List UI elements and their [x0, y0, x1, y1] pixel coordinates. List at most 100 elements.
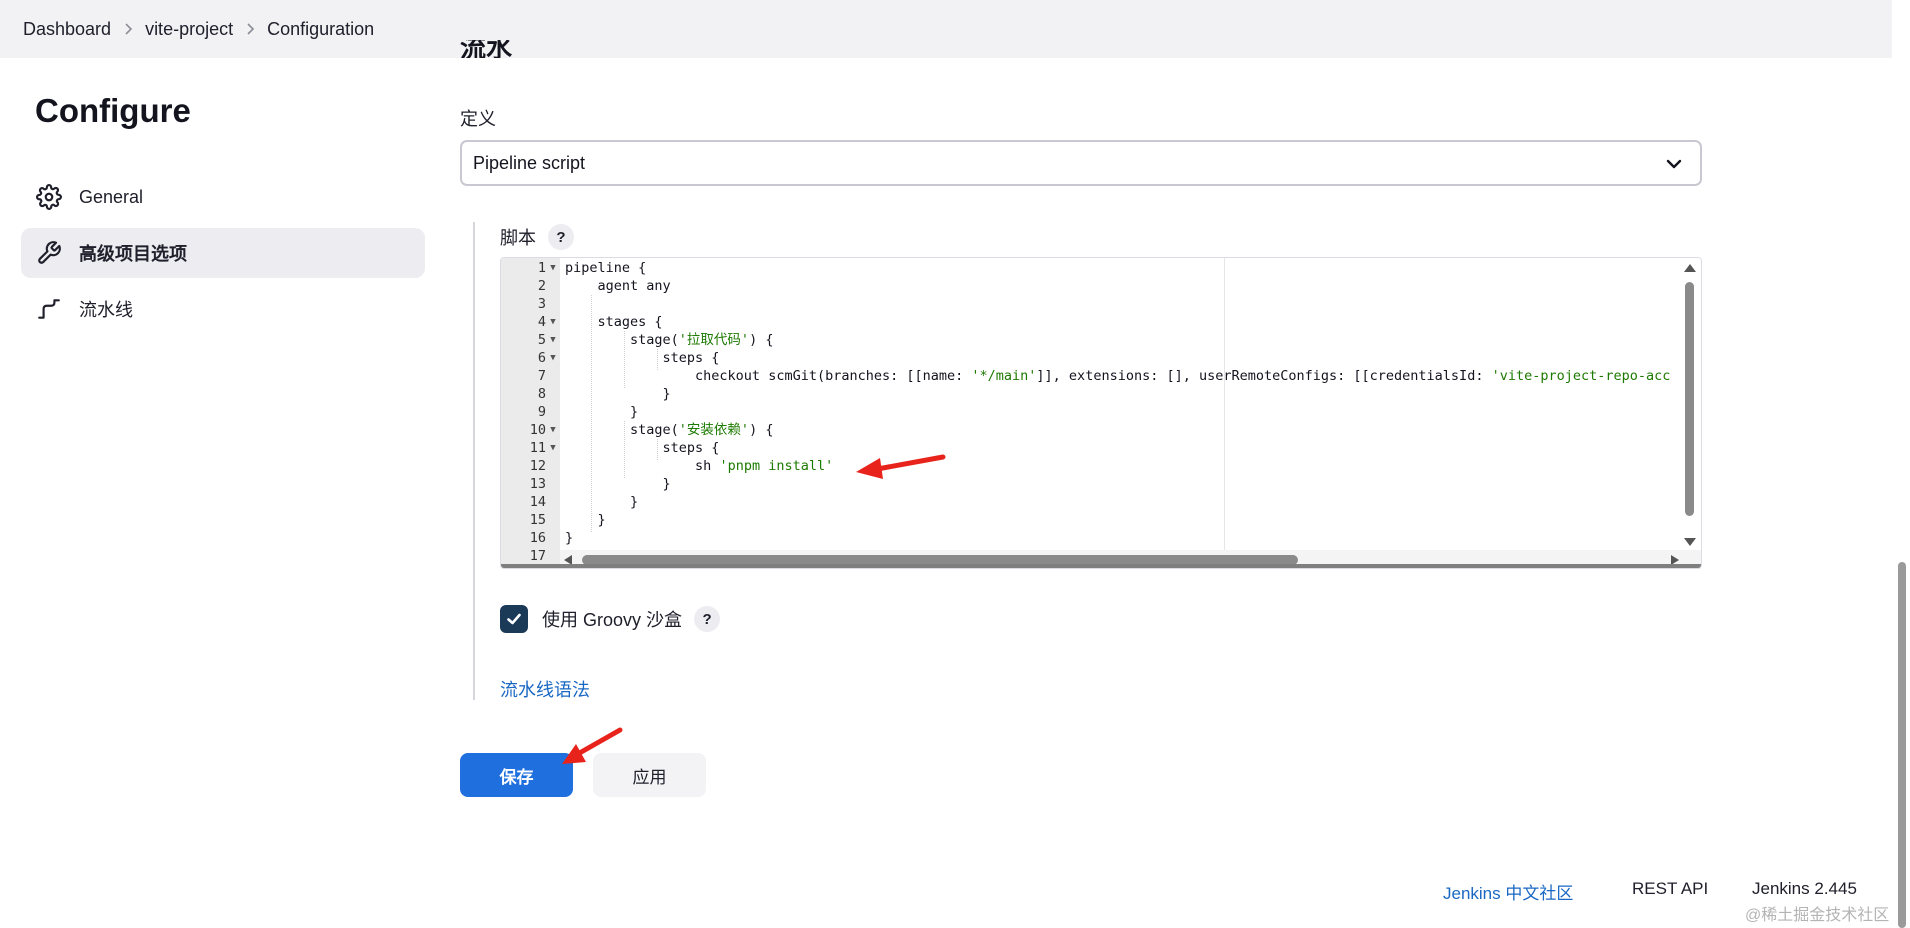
- sidebar-item-advanced-options[interactable]: 高级项目选项: [21, 228, 425, 278]
- fold-toggle-icon: [546, 403, 560, 421]
- fold-toggle-icon: [546, 457, 560, 475]
- code-line: 2 agent any: [501, 277, 1676, 295]
- help-icon[interactable]: ?: [548, 224, 574, 250]
- wrench-icon: [35, 239, 63, 267]
- footer-community-link[interactable]: Jenkins 中文社区: [1443, 879, 1573, 904]
- line-number: 8: [537, 386, 546, 402]
- fold-toggle-icon: [546, 493, 560, 511]
- footer-rest-api-link[interactable]: REST API: [1632, 879, 1708, 899]
- code-token: ) {: [749, 332, 774, 348]
- fold-toggle-icon: [546, 295, 560, 313]
- editor-resize-bar[interactable]: [501, 564, 1701, 568]
- code-text: checkout scmGit(branches: [[name: '*/mai…: [560, 367, 1670, 385]
- code-token: }: [565, 530, 574, 546]
- code-lines: 1 ▼ pipeline {2 agent any 3 4 ▼ stages {5 ▼ st…: [501, 259, 1676, 565]
- fold-toggle-icon: [546, 367, 560, 385]
- fold-toggle-icon[interactable]: ▼: [546, 421, 560, 439]
- code-line: 13 }: [501, 475, 1676, 493]
- code-token: }: [565, 386, 671, 402]
- line-number: 10: [529, 422, 546, 438]
- code-token: steps {: [565, 350, 720, 366]
- fold-toggle-icon: [546, 529, 560, 547]
- breadcrumb-dashboard[interactable]: Dashboard: [23, 19, 111, 40]
- line-number: 16: [529, 530, 546, 546]
- line-number: 5: [537, 332, 546, 348]
- code-line: 9 }: [501, 403, 1676, 421]
- code-line: 14 }: [501, 493, 1676, 511]
- code-text: }: [560, 475, 671, 493]
- scroll-down-icon[interactable]: [1684, 538, 1696, 546]
- code-line: 11 ▼ steps {: [501, 439, 1676, 457]
- code-token: }: [565, 476, 671, 492]
- help-icon[interactable]: ?: [694, 606, 721, 632]
- code-token: sh: [565, 458, 720, 474]
- section-heading-text: 流水线: [460, 40, 513, 58]
- code-token: stages {: [565, 314, 663, 330]
- code-token: ]], extensions: [], userRemoteConfigs: […: [1036, 368, 1492, 384]
- code-token: }: [565, 494, 639, 510]
- code-line: 8 }: [501, 385, 1676, 403]
- footer-version[interactable]: Jenkins 2.445: [1752, 879, 1857, 899]
- code-text: steps {: [560, 439, 720, 457]
- definition-label: 定义: [460, 109, 496, 129]
- nested-section-border: [473, 222, 475, 700]
- breadcrumb-configuration[interactable]: Configuration: [267, 19, 374, 40]
- code-text: agent any: [560, 277, 671, 295]
- script-label: 脚本: [500, 228, 536, 248]
- code-line: 6 ▼ steps {: [501, 349, 1676, 367]
- code-token: stage(: [565, 422, 679, 438]
- code-string: '*/main': [971, 368, 1037, 384]
- fold-toggle-icon: [546, 511, 560, 529]
- code-text: }: [560, 403, 638, 421]
- script-label-row: 脚本 ?: [500, 224, 574, 250]
- line-number: 2: [537, 278, 546, 294]
- breadcrumb: Dashboard vite-project Configuration: [0, 0, 1892, 58]
- fold-toggle-icon[interactable]: ▼: [546, 349, 560, 367]
- chevron-right-icon: [233, 22, 267, 36]
- code-line: 7 checkout scmGit(branches: [[name: '*/m…: [501, 367, 1676, 385]
- line-number: 13: [529, 476, 546, 492]
- code-editor[interactable]: 1 ▼ pipeline {2 agent any 3 4 ▼ stages {5 ▼ st…: [500, 257, 1702, 569]
- sidebar-item-label: 高级项目选项: [79, 244, 187, 264]
- code-token: checkout scmGit(branches: [[name:: [565, 368, 972, 384]
- fold-toggle-icon: [546, 475, 560, 493]
- groovy-sandbox-label: 使用 Groovy 沙盒: [542, 610, 683, 630]
- pipeline-syntax-link[interactable]: 流水线语法: [500, 676, 590, 702]
- code-line: 5 ▼ stage('拉取代码') {: [501, 331, 1676, 349]
- code-line: 16}: [501, 529, 1676, 547]
- sidebar-item-general[interactable]: General: [21, 172, 425, 222]
- code-token: }: [565, 512, 606, 528]
- line-number: 7: [537, 368, 546, 384]
- page-scrollbar[interactable]: [1892, 0, 1910, 928]
- code-text: }: [560, 511, 606, 529]
- breadcrumb-vite-project[interactable]: vite-project: [145, 19, 233, 40]
- page-scroll-thumb[interactable]: [1898, 562, 1906, 928]
- fold-toggle-icon: [546, 277, 560, 295]
- fold-toggle-icon[interactable]: ▼: [546, 259, 560, 277]
- sidebar: General 高级项目选项 流水线: [21, 172, 425, 340]
- code-token: agent any: [565, 278, 671, 294]
- definition-select[interactable]: Pipeline script: [460, 140, 1702, 186]
- line-number: 12: [529, 458, 546, 474]
- apply-button[interactable]: 应用: [593, 753, 706, 797]
- fold-toggle-icon[interactable]: ▼: [546, 331, 560, 349]
- save-button[interactable]: 保存: [460, 753, 573, 797]
- chevron-right-icon: [111, 22, 145, 36]
- line-number: 17: [529, 548, 546, 564]
- scroll-thumb[interactable]: [1685, 282, 1694, 516]
- code-line: 10 ▼ stage('安装依赖') {: [501, 421, 1676, 439]
- page-title: Configure: [35, 92, 191, 129]
- code-line: 15 }: [501, 511, 1676, 529]
- fold-toggle-icon[interactable]: ▼: [546, 439, 560, 457]
- fold-toggle-icon[interactable]: ▼: [546, 313, 560, 331]
- editor-vertical-scrollbar[interactable]: [1679, 258, 1701, 550]
- sidebar-item-pipeline[interactable]: 流水线: [21, 284, 425, 334]
- code-string: '安装依赖': [678, 422, 750, 438]
- groovy-sandbox-checkbox[interactable]: [500, 605, 528, 633]
- code-token: steps {: [565, 440, 720, 456]
- pipeline-icon: [35, 295, 63, 323]
- watermark: @稀土掘金技术社区: [1745, 907, 1890, 924]
- code-text: pipeline {: [560, 259, 646, 277]
- scroll-up-icon[interactable]: [1684, 264, 1696, 272]
- code-text: stage('拉取代码') {: [560, 331, 773, 349]
